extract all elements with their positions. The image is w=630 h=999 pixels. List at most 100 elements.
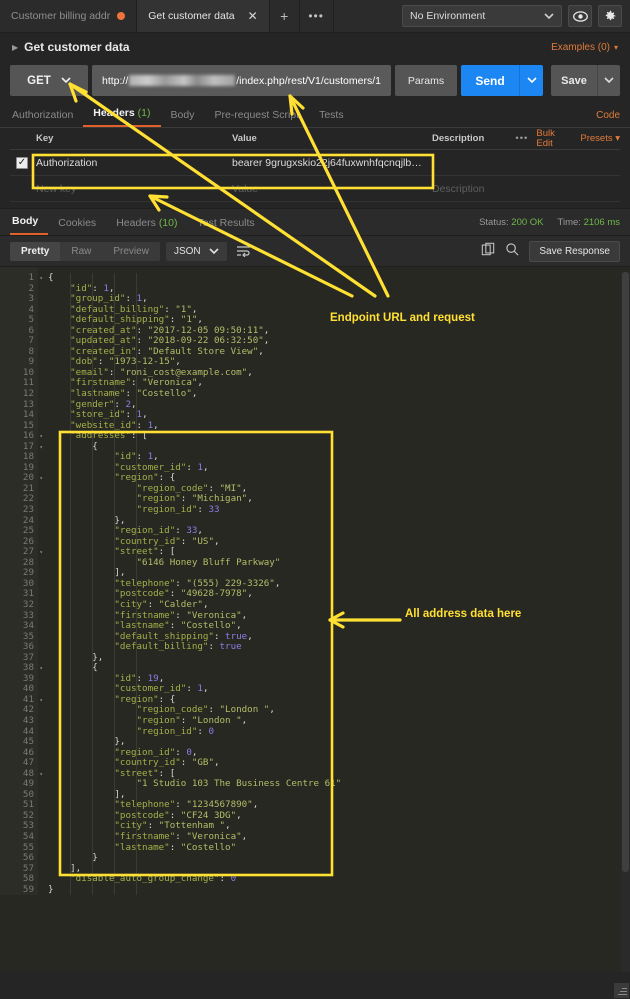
environment-select[interactable]: No Environment xyxy=(402,5,562,27)
scrollbar-thumb[interactable] xyxy=(622,272,629,872)
code-token: : [ xyxy=(158,767,176,779)
url-input[interactable]: http:// /index.php/rest/V1/customers/1 xyxy=(92,65,391,96)
request-tab-get-customer-data[interactable]: Get customer data ✕ xyxy=(137,0,270,32)
window-resize-grip[interactable] xyxy=(614,983,629,998)
code-token: , xyxy=(241,714,248,726)
indent-guide xyxy=(114,273,115,896)
code-token: : xyxy=(169,841,181,853)
send-button[interactable]: Send xyxy=(461,65,519,96)
headers-more-options-button[interactable]: ••• xyxy=(515,133,528,144)
response-toolbar: Pretty Raw Preview JSON Save Response xyxy=(0,236,630,267)
view-mode-preview[interactable]: Preview xyxy=(102,242,160,261)
new-header-description-input[interactable]: Description xyxy=(432,183,620,195)
request-tab-customer-billing-addr[interactable]: Customer billing addr xyxy=(0,0,138,32)
close-tab-icon[interactable]: ✕ xyxy=(248,10,258,22)
response-body-editor[interactable]: 1 ▾ 2 3 4 5 6 7 8 9 10 11 12 13 14 15 16 ▾ 17 ▾ 18 19 20 ▾ 21 22 2… xyxy=(0,267,630,971)
table-row-placeholder[interactable]: New key Value Description xyxy=(10,176,620,202)
response-tab-test-results[interactable]: Test Results xyxy=(188,217,265,235)
url-suffix: /index.php/rest/V1/customers/1 xyxy=(236,74,381,87)
wrap-lines-button[interactable] xyxy=(233,241,255,261)
response-body-inner: 1 ▾ 2 3 4 5 6 7 8 9 10 11 12 13 14 15 16 ▾ 17 ▾ 18 19 20 ▾ 21 22 2… xyxy=(0,267,630,896)
code-token: "Costello" xyxy=(180,620,237,632)
code-token: , xyxy=(225,820,231,832)
code-token: , xyxy=(247,588,253,600)
save-button[interactable]: Save xyxy=(551,65,597,96)
chevron-down-icon xyxy=(544,12,554,19)
params-button[interactable]: Params xyxy=(395,65,457,96)
response-tab-body[interactable]: Body xyxy=(10,215,49,235)
presets-dropdown[interactable]: Presets ▾ xyxy=(580,133,620,144)
code-token: : xyxy=(136,419,148,431)
header-enabled-checkbox[interactable]: ✓ xyxy=(16,156,28,169)
search-icon xyxy=(506,242,519,256)
code-token: "default_billing" xyxy=(114,641,209,653)
tab-bar: Customer billing addr Get customer data … xyxy=(0,0,630,33)
examples-caret-icon[interactable]: ▾ xyxy=(614,43,618,52)
code-token: , xyxy=(191,303,198,315)
save-options-button[interactable] xyxy=(597,65,620,96)
chevron-down-icon xyxy=(526,77,537,84)
table-row[interactable]: ✓ Authorization bearer 9grugxskio22j64fu… xyxy=(10,150,620,176)
code-token: "id" xyxy=(70,282,93,294)
search-response-button[interactable] xyxy=(505,242,519,261)
bulk-edit-button[interactable]: Bulk Edit xyxy=(536,128,570,149)
code-token: "country_id" xyxy=(114,535,181,547)
tab-pre-request-script[interactable]: Pre-request Script xyxy=(204,109,309,127)
header-value-input[interactable]: bearer 9grugxskio22j64fuxwnhfqcnqjlb… xyxy=(232,157,432,169)
code-link[interactable]: Code xyxy=(596,110,620,127)
examples-dropdown[interactable]: Examples (0) xyxy=(551,42,610,53)
tab-body[interactable]: Body xyxy=(161,109,205,127)
view-mode-pretty[interactable]: Pretty xyxy=(10,241,61,261)
code-token: "firstname" xyxy=(114,609,176,621)
code-token: , xyxy=(153,451,159,463)
line-number: 43 xyxy=(22,714,34,726)
header-col-key: Key xyxy=(36,133,54,144)
tab-tests[interactable]: Tests xyxy=(309,109,354,127)
code-token: "region_id" xyxy=(136,725,198,737)
send-options-button[interactable] xyxy=(519,65,543,96)
code-token: , xyxy=(252,799,259,811)
code-token: , xyxy=(263,324,270,336)
environment-quick-look-button[interactable] xyxy=(568,5,592,27)
code-token: "Michigan" xyxy=(191,493,248,505)
code-token: , xyxy=(241,609,248,621)
code-token: : xyxy=(175,746,187,758)
code-token: , xyxy=(258,345,264,357)
code-token: 33 xyxy=(186,525,198,537)
code-token: "1" xyxy=(175,303,192,315)
expand-caret-icon[interactable]: ▶ xyxy=(12,43,18,52)
new-tab-button[interactable]: + xyxy=(269,0,300,32)
status-badge: Status: 200 OK xyxy=(479,217,543,228)
view-mode-raw[interactable]: Raw xyxy=(60,242,102,261)
response-body-code[interactable]: { "id": 1, "group_id": 1, "default_billi… xyxy=(38,267,630,896)
header-key-input[interactable]: Authorization xyxy=(36,157,232,169)
code-token: , xyxy=(191,388,198,400)
response-tab-headers[interactable]: Headers (10) xyxy=(106,217,187,235)
code-token: : xyxy=(92,282,104,294)
code-token: "customer_id" xyxy=(114,683,187,695)
vertical-scrollbar[interactable] xyxy=(621,272,630,972)
tab-headers[interactable]: Headers (1) xyxy=(83,107,161,127)
code-token: "website_id" xyxy=(70,419,137,431)
settings-button[interactable] xyxy=(598,5,622,27)
indent-guide xyxy=(70,273,71,896)
code-token: "(555) 229-3326" xyxy=(186,577,275,589)
response-tab-cookies[interactable]: Cookies xyxy=(48,217,106,235)
time-label: Time: xyxy=(557,217,581,228)
chevron-down-icon xyxy=(61,77,71,84)
request-title-row: ▶ Get customer data Examples (0) ▾ xyxy=(0,33,630,61)
new-header-value-input[interactable]: Value xyxy=(232,183,432,195)
new-header-key-input[interactable]: New key xyxy=(36,183,232,195)
copy-response-button[interactable] xyxy=(481,242,495,261)
response-view-mode-group: Pretty Raw Preview xyxy=(10,241,160,261)
tab-authorization[interactable]: Authorization xyxy=(10,109,83,127)
save-response-button[interactable]: Save Response xyxy=(529,240,620,262)
code-token: : xyxy=(175,830,187,842)
code-token: , xyxy=(142,409,148,421)
code-token: "CF24 3DG" xyxy=(180,809,237,821)
code-token: : xyxy=(125,409,137,421)
http-method-select[interactable]: GET xyxy=(10,65,88,96)
tab-overflow-menu-button[interactable]: ••• xyxy=(299,0,334,32)
code-token: : xyxy=(125,293,137,305)
response-format-select[interactable]: JSON xyxy=(165,241,227,261)
